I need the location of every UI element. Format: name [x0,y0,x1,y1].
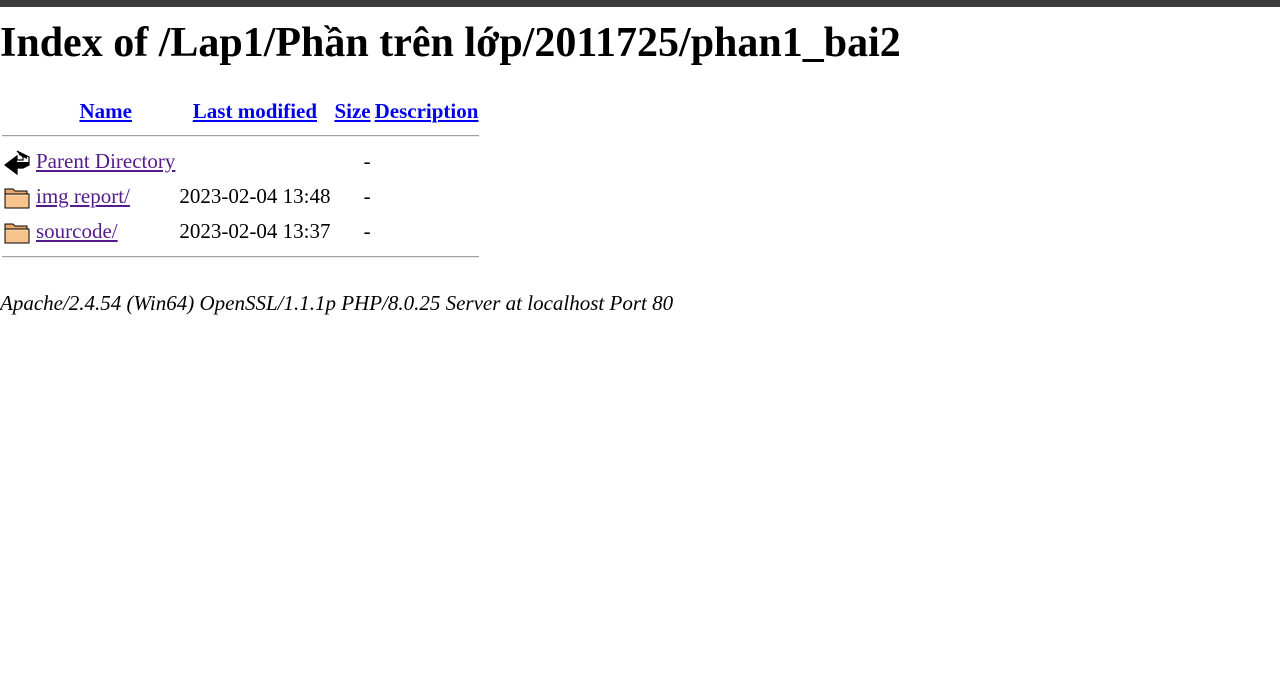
icon-column-header [2,95,33,127]
table-header-row: Name Last modified Size Description [2,95,479,127]
sort-by-size-link[interactable]: Size [334,99,370,123]
horizontal-rule [2,135,480,137]
table-row: Parent Directory - [2,145,479,178]
back-arrow-icon [4,149,30,175]
horizontal-rule [2,256,480,258]
description-column-header: Description [374,95,480,127]
table-row: img report/ 2023-02-04 13:48 - [2,180,479,213]
parent-directory-link[interactable]: Parent Directory [36,149,175,173]
sort-by-description-link[interactable]: Description [375,99,479,123]
last-modified-column-header: Last modified [178,95,331,127]
description-cell [374,180,480,213]
last-modified-cell: 2023-02-04 13:37 [179,219,331,243]
name-column-header: Name [35,95,176,127]
sort-by-last-modified-link[interactable]: Last modified [193,99,317,123]
table-row: sourcode/ 2023-02-04 13:37 - [2,215,479,248]
size-cell: - [363,219,371,243]
directory-table: Name Last modified Size Description Pare… [0,93,481,266]
last-modified-cell [178,145,331,178]
sourcode-folder-link[interactable]: sourcode/ [36,219,118,243]
separator-row [2,250,480,264]
server-signature: Apache/2.4.54 (Win64) OpenSSL/1.1.1p PHP… [0,291,674,315]
browser-top-bar [0,0,1280,7]
description-cell [374,145,480,178]
img-report-folder-link[interactable]: img report/ [36,184,130,208]
page-title: Index of /Lap1/Phần trên lớp/2011725/pha… [0,20,901,66]
size-cell: - [363,149,371,173]
size-cell: - [363,184,371,208]
folder-icon [4,223,30,243]
size-column-header: Size [333,95,371,127]
separator-row [2,129,480,143]
description-cell [374,215,480,248]
sort-by-name-link[interactable]: Name [79,99,131,123]
folder-icon [4,188,30,208]
last-modified-cell: 2023-02-04 13:48 [179,184,331,208]
